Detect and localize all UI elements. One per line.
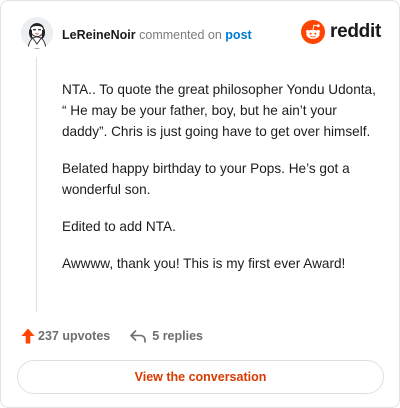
comment-paragraph: Belated happy birthday to your Pops. He’… [62,161,350,197]
reply-arrow-icon [130,330,147,343]
reddit-snoo-icon [301,20,326,44]
comment-embed-card: LeReineNoir commented on post reddit NTA… [0,0,400,408]
comment-paragraph: Edited to add NTA. [62,219,176,234]
upvote-count: 237 upvotes [38,329,111,343]
comment-body: NTA.. To quote the great philosopher Yon… [62,79,384,290]
comment-paragraph: NTA.. To quote the great philosopher Yon… [62,82,376,139]
thread-line [36,57,37,312]
view-conversation-button[interactable]: View the conversation [17,360,384,394]
avatar-icon [21,17,53,49]
replies-button[interactable]: 5 replies [129,328,203,344]
reddit-wordmark: reddit [330,21,381,42]
upvote-arrow-icon [21,328,35,344]
commented-on-text: commented on [139,28,222,42]
reply-count: 5 replies [152,329,203,343]
reddit-logo[interactable]: reddit [301,20,381,44]
user-avatar[interactable] [21,17,53,49]
comment-paragraph: Awwww, thank you! This is my first ever … [62,256,346,271]
comment-actions: 237 upvotes 5 replies [21,326,203,346]
post-link[interactable]: post [225,28,251,42]
upvote-button[interactable]: 237 upvotes [21,328,110,344]
comment-header: LeReineNoir commented on post [62,27,252,43]
username-link[interactable]: LeReineNoir [62,28,136,42]
